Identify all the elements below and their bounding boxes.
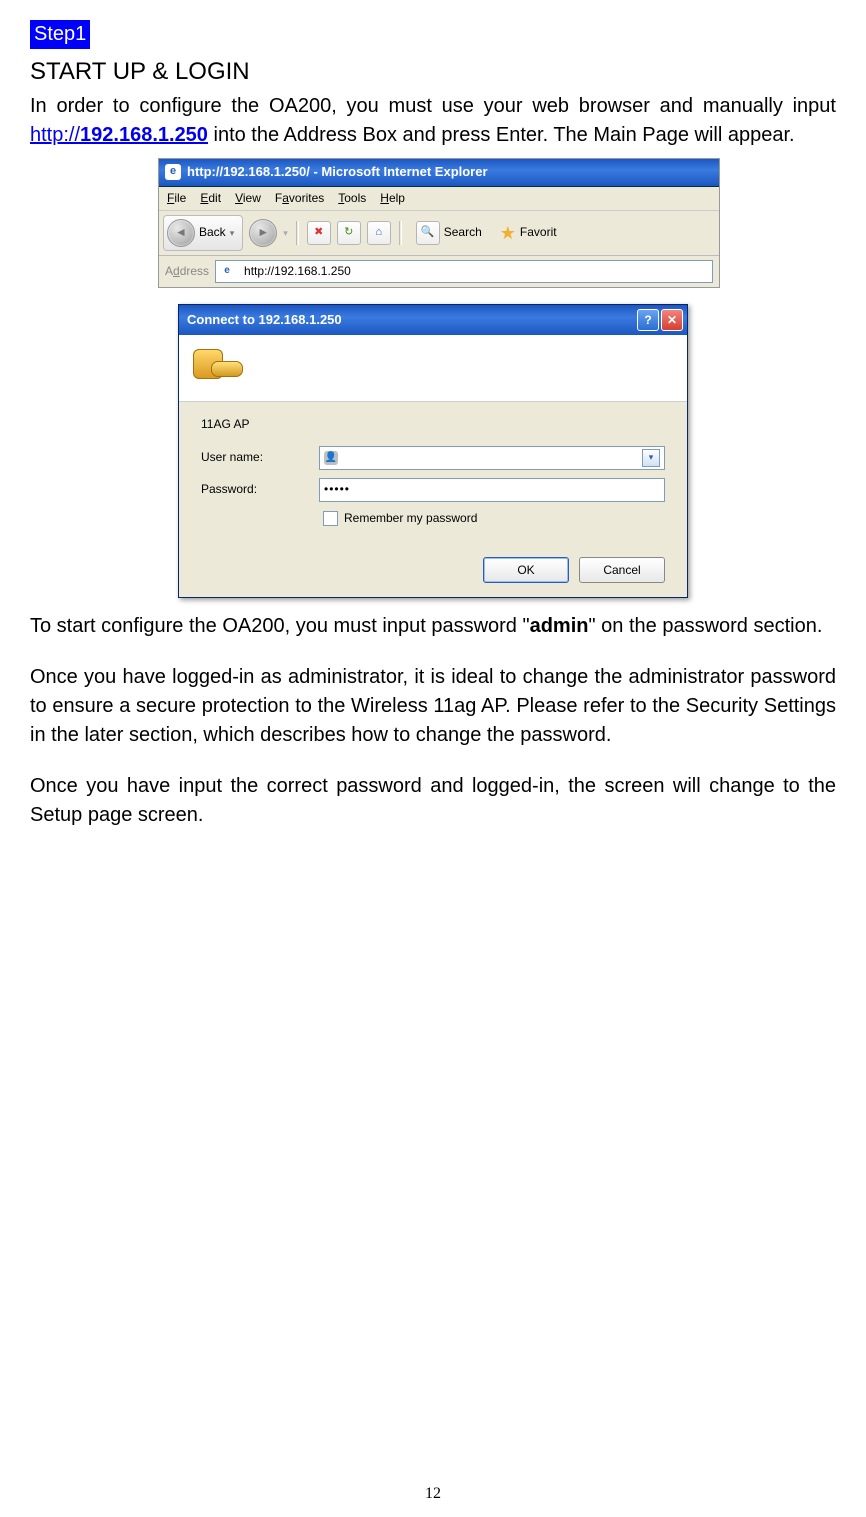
- menu-favorites[interactable]: Favorites: [275, 190, 324, 207]
- close-button[interactable]: ✕: [661, 309, 683, 331]
- paragraph-password-change: Once you have logged-in as administrator…: [30, 663, 836, 750]
- para2-prefix: To start configure the OA200, you must i…: [30, 615, 530, 637]
- username-input[interactable]: 👤 ▾: [319, 446, 665, 470]
- browser-titlebar: e http://192.168.1.250/ - Microsoft Inte…: [159, 159, 719, 187]
- password-value: •••••: [324, 481, 350, 498]
- username-label: User name:: [201, 449, 291, 466]
- address-label: Address: [165, 263, 209, 280]
- back-button[interactable]: ◄ Back ▾: [163, 215, 243, 251]
- page-icon: e: [220, 265, 234, 279]
- back-label: Back: [199, 224, 226, 241]
- menu-help[interactable]: Help: [380, 190, 405, 207]
- paragraph-setup-page: Once you have input the correct password…: [30, 772, 836, 830]
- address-bar-row: Address e http://192.168.1.250: [159, 256, 719, 287]
- dialog-titlebar: Connect to 192.168.1.250 ? ✕: [179, 305, 687, 335]
- auth-dialog: Connect to 192.168.1.250 ? ✕ 11AG AP Use…: [178, 304, 688, 598]
- stop-button[interactable]: ✖: [307, 221, 331, 245]
- chevron-down-icon: ▾: [230, 227, 235, 240]
- step-badge: Step1: [30, 20, 90, 49]
- remember-label: Remember my password: [344, 510, 477, 527]
- menu-view[interactable]: View: [235, 190, 261, 207]
- page-number: 12: [0, 1482, 866, 1505]
- search-label: Search: [444, 224, 482, 241]
- intro-suffix: into the Address Box and press Enter. Th…: [214, 124, 795, 146]
- url-proto: http://: [30, 124, 80, 146]
- para2-suffix: " on the password section.: [589, 615, 823, 637]
- separator: [296, 221, 299, 245]
- menu-edit[interactable]: Edit: [200, 190, 221, 207]
- search-icon: 🔍: [416, 221, 440, 245]
- ie-icon: e: [165, 164, 181, 180]
- back-arrow-icon: ◄: [167, 219, 195, 247]
- favorites-label: Favorit: [520, 224, 557, 241]
- config-url-link[interactable]: http://192.168.1.250: [30, 124, 208, 146]
- url-host: 192.168.1.250: [80, 124, 208, 146]
- intro-prefix: In order to configure the OA200, you mus…: [30, 95, 836, 117]
- home-button[interactable]: ⌂: [367, 221, 391, 245]
- keys-icon: [193, 345, 239, 391]
- user-icon: 👤: [324, 451, 338, 465]
- separator: [399, 221, 402, 245]
- password-label: Password:: [201, 481, 291, 498]
- password-input[interactable]: •••••: [319, 478, 665, 502]
- dialog-banner: [179, 335, 687, 402]
- cancel-button[interactable]: Cancel: [579, 557, 665, 583]
- address-input[interactable]: e http://192.168.1.250: [215, 260, 713, 283]
- menu-bar: FFileile Edit View Favorites Tools Help: [159, 187, 719, 211]
- paragraph-admin-note: To start configure the OA200, you must i…: [30, 612, 836, 641]
- search-button[interactable]: 🔍 Search: [410, 219, 488, 247]
- remember-checkbox[interactable]: [323, 511, 338, 526]
- menu-file[interactable]: FFileile: [167, 190, 186, 207]
- browser-title: http://192.168.1.250/ - Microsoft Intern…: [187, 163, 488, 182]
- star-icon: ★: [500, 220, 516, 246]
- intro-paragraph: In order to configure the OA200, you mus…: [30, 92, 836, 150]
- refresh-button[interactable]: ↻: [337, 221, 361, 245]
- dropdown-icon[interactable]: ▾: [642, 449, 660, 467]
- dialog-title: Connect to 192.168.1.250: [187, 311, 342, 330]
- section-heading: START UP & LOGIN: [30, 55, 836, 90]
- favorites-button[interactable]: ★ Favorit: [494, 218, 563, 248]
- toolbar: ◄ Back ▾ ► ▾ ✖ ↻ ⌂ 🔍 Search ★ Favorit: [159, 211, 719, 256]
- ok-button[interactable]: OK: [483, 557, 569, 583]
- browser-window: e http://192.168.1.250/ - Microsoft Inte…: [158, 158, 720, 289]
- para2-bold: admin: [530, 615, 589, 637]
- chevron-down-icon: ▾: [283, 227, 288, 240]
- help-button[interactable]: ?: [637, 309, 659, 331]
- forward-button[interactable]: ►: [249, 219, 277, 247]
- realm-label: 11AG AP: [201, 416, 665, 433]
- address-value: http://192.168.1.250: [244, 263, 351, 280]
- menu-tools[interactable]: Tools: [338, 190, 366, 207]
